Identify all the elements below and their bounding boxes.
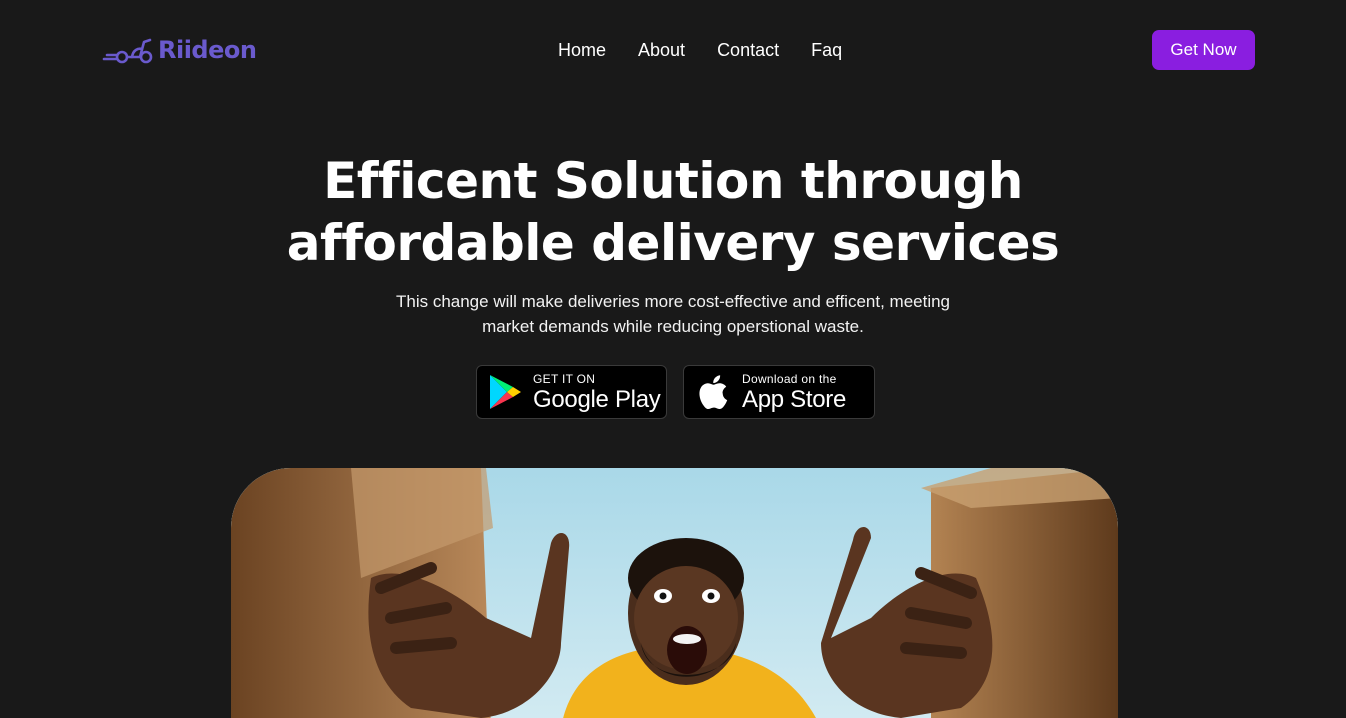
main-nav: Home About Contact Faq bbox=[558, 38, 842, 62]
nav-link-faq[interactable]: Faq bbox=[811, 38, 842, 62]
app-store-label: App Store bbox=[742, 385, 847, 413]
get-now-button[interactable]: Get Now bbox=[1152, 30, 1255, 70]
hero-subtitle-line-2: market demands while reducing operstiona… bbox=[482, 317, 864, 336]
nav-link-contact[interactable]: Contact bbox=[717, 38, 779, 62]
app-store-badge[interactable]: Download on the App Store bbox=[683, 365, 875, 419]
hero-subtitle: This change will make deliveries more co… bbox=[0, 289, 1346, 339]
hero-title-line-1: Efficent Solution through bbox=[323, 152, 1023, 210]
landing-page: Riideon Home About Contact Faq Get Now E… bbox=[0, 0, 1346, 718]
hero-title: Efficent Solution through affordable del… bbox=[0, 150, 1346, 274]
google-play-badge[interactable]: GET IT ON Google Play bbox=[476, 365, 667, 419]
app-store-small-label: Download on the bbox=[742, 371, 837, 386]
nav-link-home[interactable]: Home bbox=[558, 38, 606, 62]
apple-icon bbox=[694, 372, 730, 412]
google-play-label: Google Play bbox=[533, 385, 661, 413]
google-play-icon bbox=[487, 372, 523, 412]
google-play-small-label: GET IT ON bbox=[533, 371, 596, 386]
nav-link-about[interactable]: About bbox=[638, 38, 685, 62]
hero-title-line-2: affordable delivery services bbox=[286, 214, 1060, 272]
brand-logo[interactable]: Riideon bbox=[102, 34, 257, 66]
hero-subtitle-line-1: This change will make deliveries more co… bbox=[395, 292, 951, 311]
brand-name: Riideon bbox=[158, 36, 257, 64]
scooter-icon bbox=[102, 34, 156, 66]
hero-photo bbox=[231, 468, 1118, 718]
